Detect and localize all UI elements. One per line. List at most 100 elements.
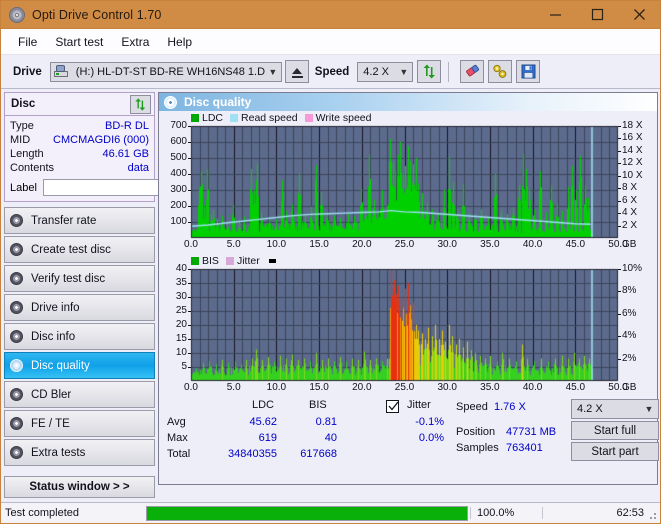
- x-axis-tick: 40.0: [522, 382, 543, 393]
- start-part-button[interactable]: Start part: [571, 442, 659, 461]
- x-axis-tick: 5.0: [226, 382, 241, 393]
- y-axis-tick: 700: [170, 120, 187, 131]
- y-axis-tick: 5: [181, 361, 187, 372]
- disc-length-label: Length: [10, 148, 44, 160]
- toolbar-divider: [448, 61, 450, 82]
- sidebar-item-verify-test-disc[interactable]: Verify test disc: [4, 265, 155, 292]
- resize-grip-icon[interactable]: [646, 509, 658, 521]
- chevron-down-icon: ▼: [268, 66, 278, 77]
- progress-bar-fill: [147, 506, 467, 520]
- y-axis-tickmark: [188, 142, 191, 143]
- start-full-button[interactable]: Start full: [571, 421, 659, 440]
- sidebar-item-disc-info[interactable]: Disc info: [4, 323, 155, 350]
- test-speed-select[interactable]: 4.2 X ▼: [571, 399, 659, 419]
- menu-item-file[interactable]: File: [9, 33, 46, 51]
- minimize-icon[interactable]: [534, 1, 576, 28]
- application-window: Opti Drive Control 1.70 File Start test …: [0, 0, 661, 524]
- disc-icon: [9, 387, 24, 402]
- ldc-total-value: 34840355: [228, 448, 277, 460]
- ldc-chart-legend: LDC Read speed Write speed: [161, 112, 655, 124]
- y2-axis-tickmark: [618, 269, 621, 270]
- disc-info-rows: Type BD-R DL MID CMCMAGDI6 (000) Length …: [5, 116, 211, 201]
- y-axis-tickmark: [188, 174, 191, 175]
- y-axis-tickmark: [188, 126, 191, 127]
- legend-swatch: [191, 257, 199, 265]
- bis-chart-section: BIS Jitter 5 10 15 20 25 30 35 40 2% 4% 6% 8% 10% 0.0…: [159, 254, 657, 395]
- y2-axis-tick: 6 X: [622, 194, 638, 206]
- disc-icon: [9, 329, 24, 344]
- ldc-max-value: 619: [258, 432, 277, 444]
- drive-select[interactable]: (H:) HL-DT-ST BD-RE WH16NS48 1.D3 ▼: [49, 61, 282, 82]
- sidebar-item-cd-bler[interactable]: CD Bler: [4, 381, 155, 408]
- x-axis-tick: 30.0: [437, 382, 457, 393]
- x-axis-tick: 30.0: [437, 239, 457, 250]
- eject-button[interactable]: [284, 60, 309, 83]
- x-axis-tick: 0.0: [184, 382, 198, 393]
- sidebar-item-disc-quality[interactable]: Disc quality: [4, 352, 155, 379]
- erase-button[interactable]: [460, 60, 485, 83]
- eraser-icon: [465, 64, 479, 77]
- y-axis-tickmark: [188, 222, 191, 223]
- disc-label-row: Label: [10, 178, 211, 197]
- legend-swatch: [304, 114, 313, 122]
- speed-select[interactable]: 4.2 X ▼: [357, 61, 414, 82]
- sidebar-item-extra-tests[interactable]: Extra tests: [4, 439, 155, 466]
- menu-item-start-test[interactable]: Start test: [46, 33, 112, 51]
- refresh-icon: [135, 97, 146, 111]
- legend-item-bis: BIS: [191, 255, 219, 267]
- sidebar-item-create-test-disc[interactable]: Create test disc: [4, 236, 155, 263]
- speed-stat-label: Speed: [456, 401, 488, 413]
- disc-refresh-button[interactable]: [130, 94, 151, 114]
- x-axis-tick: 25.0: [394, 382, 415, 393]
- save-icon: [521, 64, 536, 79]
- refresh-button[interactable]: [417, 60, 442, 83]
- y2-axis-tickmark: [618, 201, 621, 202]
- menu-bar: File Start test Extra Help: [1, 29, 660, 55]
- y2-axis-tickmark: [618, 213, 621, 214]
- window-controls: [534, 1, 660, 28]
- sidebar-item-label: Verify test disc: [31, 272, 106, 285]
- y2-axis-tickmark: [618, 226, 621, 227]
- menu-item-help[interactable]: Help: [158, 33, 201, 51]
- x-axis-tick: 35.0: [480, 239, 500, 250]
- jitter-max-value: 0.0%: [418, 432, 444, 444]
- progress-bar: [146, 505, 468, 521]
- y2-axis-tick: 2 X: [622, 219, 638, 231]
- disc-panel-title: Disc: [11, 98, 36, 110]
- x-axis-tick: 45.0: [565, 239, 586, 250]
- app-disc-icon: [8, 6, 26, 24]
- y-axis-tick: 100: [170, 216, 187, 227]
- y-axis-tick: 25: [175, 305, 187, 316]
- menu-item-extra[interactable]: Extra: [112, 33, 158, 51]
- chevron-down-icon: ▼: [399, 66, 409, 77]
- save-button[interactable]: [516, 60, 541, 83]
- y-axis-tick: 20: [175, 319, 187, 330]
- tools-button[interactable]: [488, 60, 513, 83]
- close-icon[interactable]: [618, 1, 660, 28]
- disc-panel: Disc Type BD-R DL MID CMCMAGDI6 (000) Le…: [4, 92, 211, 202]
- y2-axis-tick: 6%: [622, 307, 637, 319]
- x-axis-tick: 5.0: [226, 239, 241, 250]
- maximize-icon[interactable]: [576, 1, 618, 28]
- legend-swatch: [225, 257, 234, 265]
- x-axis-tick: 20.0: [352, 382, 372, 393]
- disc-contents-label: Contents: [10, 162, 55, 174]
- y-axis-tick: 40: [175, 263, 187, 274]
- ldc-chart-plot[interactable]: 100 200 300 400 500 600 700 2 X4 X6 X8 X 10 X 12 …: [161, 120, 655, 252]
- y-axis-tick: 15: [175, 333, 187, 344]
- col-header-ldc: LDC: [252, 399, 275, 411]
- row-header-max: Max: [167, 432, 188, 444]
- y-axis-tickmark: [188, 283, 191, 284]
- legend-label: Read speed: [241, 112, 298, 124]
- status-window-button[interactable]: Status window > >: [4, 476, 155, 498]
- disc-row-mid: MID CMCMAGDI6 (000): [10, 133, 149, 147]
- sidebar-item-transfer-rate[interactable]: Transfer rate: [4, 207, 155, 234]
- disc-icon: [9, 358, 24, 373]
- x-axis-unit-label: GB: [622, 239, 637, 250]
- sidebar-item-label: Extra tests: [31, 446, 86, 459]
- refresh-icon: [423, 64, 435, 79]
- bis-chart-plot[interactable]: 5 10 15 20 25 30 35 40 2% 4% 6% 8% 10% 0.0 5.0 10.0 15.0…: [161, 263, 655, 395]
- sidebar-item-drive-info[interactable]: Drive info: [4, 294, 155, 321]
- jitter-checkbox[interactable]: [386, 400, 399, 413]
- sidebar-item-fe-te[interactable]: FE / TE: [4, 410, 155, 437]
